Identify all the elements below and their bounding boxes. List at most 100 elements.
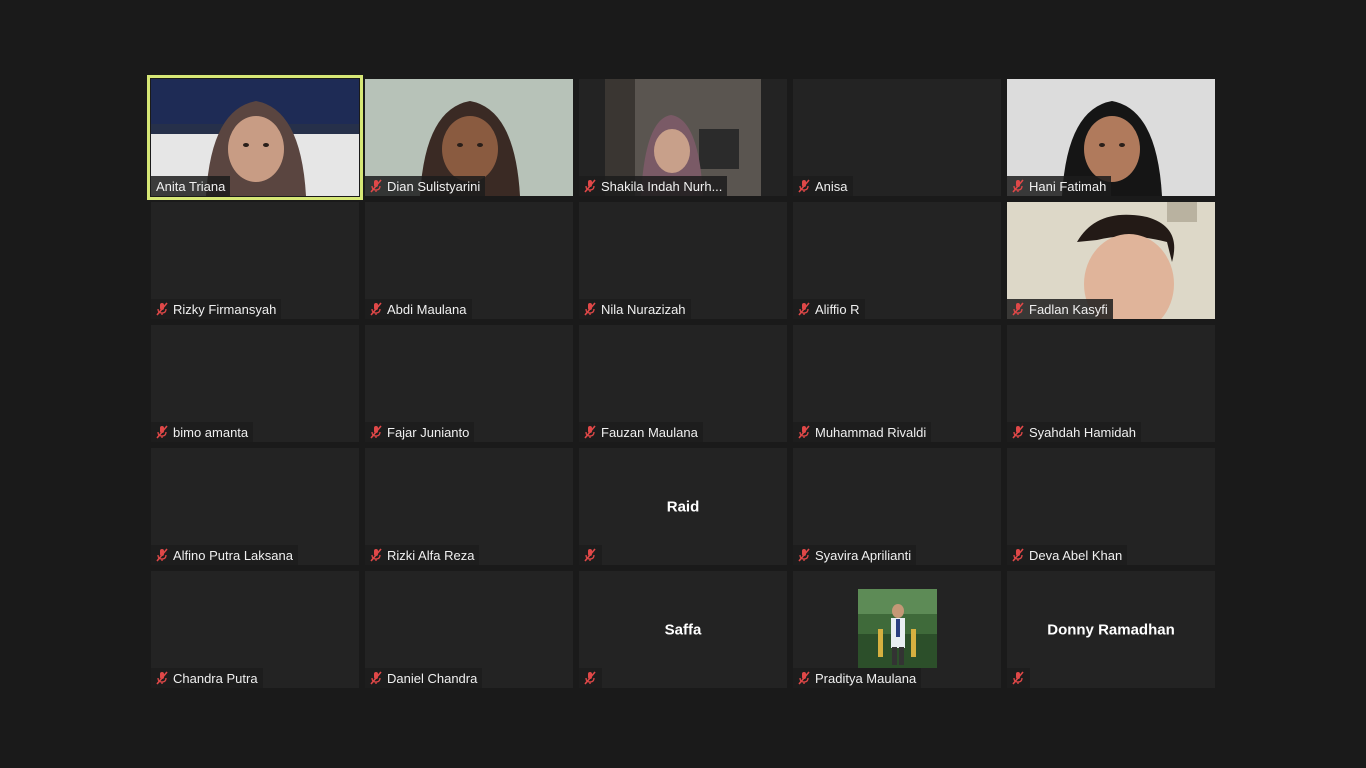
participant-name-tag: Anisa xyxy=(793,176,853,196)
participant-name: Dian Sulistyarini xyxy=(387,178,481,194)
participant-name-tag: Nila Nurazizah xyxy=(579,299,691,319)
participant-tile[interactable]: Syavira Aprilianti xyxy=(793,448,1001,565)
participant-name-tag: Abdi Maulana xyxy=(365,299,472,319)
participant-name-tag xyxy=(579,545,602,565)
participant-tile[interactable]: Hani Fatimah xyxy=(1007,79,1215,196)
participant-name-tag: Syavira Aprilianti xyxy=(793,545,917,565)
participant-name-tag: Rizki Alfa Reza xyxy=(365,545,480,565)
participant-name-tag: Aliffio R xyxy=(793,299,865,319)
participant-tile[interactable]: Shakila Indah Nurh... xyxy=(579,79,787,196)
mic-muted-icon xyxy=(1010,178,1026,194)
participant-name: Rizki Alfa Reza xyxy=(387,547,475,563)
participant-tile[interactable]: Donny Ramadhan xyxy=(1007,571,1215,688)
mic-muted-icon xyxy=(154,301,170,317)
participant-name-tag: Fajar Junianto xyxy=(365,422,475,442)
participant-name-tag: Chandra Putra xyxy=(151,668,263,688)
participant-name-tag: Alfino Putra Laksana xyxy=(151,545,298,565)
mic-muted-icon xyxy=(582,670,598,686)
mic-muted-icon xyxy=(154,424,170,440)
participant-name: bimo amanta xyxy=(173,424,249,440)
participant-name-tag: Shakila Indah Nurh... xyxy=(579,176,728,196)
participant-tile[interactable]: Muhammad Rivaldi xyxy=(793,325,1001,442)
mic-muted-icon xyxy=(154,670,170,686)
participant-name-tag: Muhammad Rivaldi xyxy=(793,422,932,442)
participant-name: Fadlan Kasyfi xyxy=(1029,301,1108,317)
participant-name-tag: Fadlan Kasyfi xyxy=(1007,299,1113,319)
participant-tile[interactable]: Fadlan Kasyfi xyxy=(1007,202,1215,319)
mic-muted-icon xyxy=(796,178,812,194)
mic-muted-icon xyxy=(368,670,384,686)
participant-tile[interactable]: Fajar Junianto xyxy=(365,325,573,442)
mic-muted-icon xyxy=(582,178,598,194)
participant-name: Abdi Maulana xyxy=(387,301,467,317)
participant-tile[interactable]: Saffa xyxy=(579,571,787,688)
participant-name: Deva Abel Khan xyxy=(1029,547,1123,563)
participant-tile[interactable]: Deva Abel Khan xyxy=(1007,448,1215,565)
mic-muted-icon xyxy=(796,547,812,563)
participant-name-tag: Rizky Firmansyah xyxy=(151,299,282,319)
participant-tile[interactable]: Abdi Maulana xyxy=(365,202,573,319)
mic-muted-icon xyxy=(1010,424,1026,440)
gallery-grid: Anita Triana Dian Sulistyarini Shakila Ind… xyxy=(147,75,1215,688)
participant-name-tag: Hani Fatimah xyxy=(1007,176,1112,196)
participant-name: Daniel Chandra xyxy=(387,670,478,686)
mic-muted-icon xyxy=(582,301,598,317)
participant-name-tag: Dian Sulistyarini xyxy=(365,176,486,196)
participant-name: Aliffio R xyxy=(815,301,860,317)
participant-name: Hani Fatimah xyxy=(1029,178,1107,194)
mic-muted-icon xyxy=(368,301,384,317)
participant-name: Muhammad Rivaldi xyxy=(815,424,927,440)
participant-name-tag: Anita Triana xyxy=(151,176,231,196)
participant-tile[interactable]: Praditya Maulana xyxy=(793,571,1001,688)
participant-name: Anita Triana xyxy=(156,178,226,194)
participant-name-tag: Praditya Maulana xyxy=(793,668,922,688)
mic-muted-icon xyxy=(1010,301,1026,317)
participant-name-tag xyxy=(1007,668,1030,688)
participant-tile[interactable]: Anita Triana xyxy=(147,75,363,200)
participant-tile[interactable]: Raid xyxy=(579,448,787,565)
participant-tile[interactable]: Rizki Alfa Reza xyxy=(365,448,573,565)
mic-muted-icon xyxy=(582,547,598,563)
participant-tile[interactable]: bimo amanta xyxy=(151,325,359,442)
mic-muted-icon xyxy=(1010,547,1026,563)
participant-display-name: Saffa xyxy=(664,621,702,638)
participant-tile[interactable]: Alfino Putra Laksana xyxy=(151,448,359,565)
participant-tile[interactable]: Fauzan Maulana xyxy=(579,325,787,442)
mic-muted-icon xyxy=(796,301,812,317)
participant-name: Praditya Maulana xyxy=(815,670,917,686)
mic-muted-icon xyxy=(368,547,384,563)
participant-name: Shakila Indah Nurh... xyxy=(601,178,723,194)
profile-picture xyxy=(858,589,937,668)
participant-name: Anisa xyxy=(815,178,848,194)
participant-tile[interactable]: Anisa xyxy=(793,79,1001,196)
participant-tile[interactable]: Chandra Putra xyxy=(151,571,359,688)
participant-name: Syavira Aprilianti xyxy=(815,547,912,563)
participant-name: Alfino Putra Laksana xyxy=(173,547,293,563)
mic-muted-icon xyxy=(796,424,812,440)
participant-name: Fajar Junianto xyxy=(387,424,470,440)
mic-muted-icon xyxy=(582,424,598,440)
participant-tile[interactable]: Rizky Firmansyah xyxy=(151,202,359,319)
participant-name-tag: Daniel Chandra xyxy=(365,668,483,688)
participant-name-tag: bimo amanta xyxy=(151,422,254,442)
mic-muted-icon xyxy=(1010,670,1026,686)
participant-name-tag: Syahdah Hamidah xyxy=(1007,422,1141,442)
mic-muted-icon xyxy=(154,547,170,563)
participant-name-tag: Fauzan Maulana xyxy=(579,422,703,442)
participant-name: Syahdah Hamidah xyxy=(1029,424,1136,440)
participant-name: Chandra Putra xyxy=(173,670,258,686)
participant-tile[interactable]: Daniel Chandra xyxy=(365,571,573,688)
mic-muted-icon xyxy=(368,424,384,440)
participant-name-tag xyxy=(579,668,602,688)
participant-display-name: Donny Ramadhan xyxy=(1047,621,1175,638)
participant-name-tag: Deva Abel Khan xyxy=(1007,545,1128,565)
participant-tile[interactable]: Syahdah Hamidah xyxy=(1007,325,1215,442)
mic-muted-icon xyxy=(368,178,384,194)
participant-tile[interactable]: Dian Sulistyarini xyxy=(365,79,573,196)
participant-name: Rizky Firmansyah xyxy=(173,301,277,317)
participant-display-name: Raid xyxy=(666,498,700,515)
participant-name: Nila Nurazizah xyxy=(601,301,686,317)
participant-name: Fauzan Maulana xyxy=(601,424,698,440)
participant-tile[interactable]: Nila Nurazizah xyxy=(579,202,787,319)
participant-tile[interactable]: Aliffio R xyxy=(793,202,1001,319)
